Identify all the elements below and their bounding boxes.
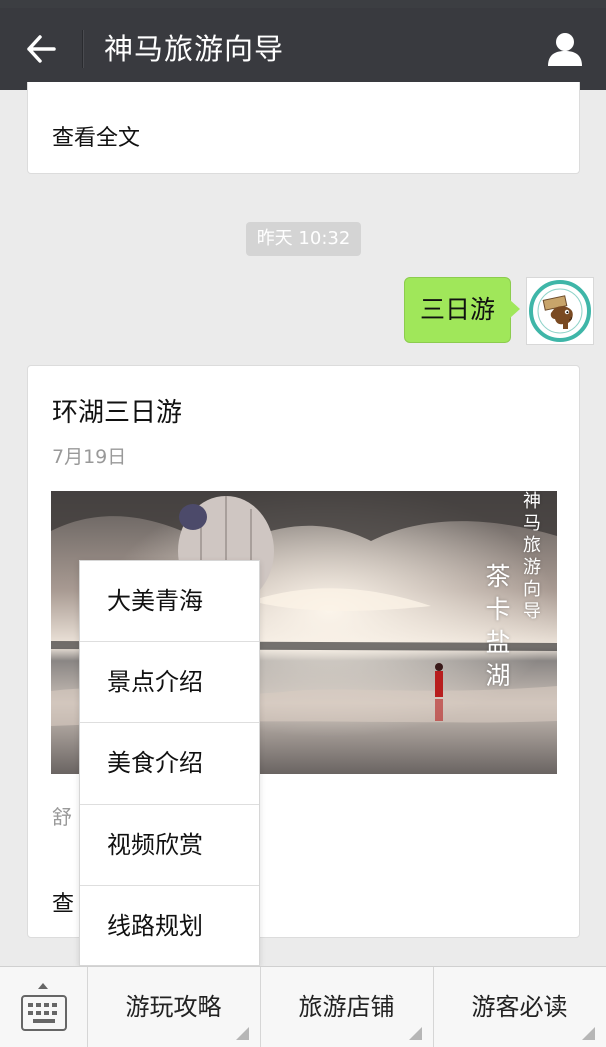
status-bar: [0, 0, 606, 8]
title-bar: 神马旅游向导: [0, 8, 606, 90]
menu-travel-guide[interactable]: 游玩攻略: [87, 967, 259, 1047]
menu-travel-shop[interactable]: 旅游店铺: [260, 967, 432, 1047]
submenu-corner-icon: [236, 1027, 249, 1040]
keyboard-icon: [20, 994, 67, 1031]
submenu-item-qinghai[interactable]: 大美青海: [80, 561, 259, 643]
cover-location-text: 茶卡盐湖: [482, 563, 511, 695]
article-summary: 舒: [52, 805, 72, 829]
menu-label: 游客必读: [471, 993, 568, 1021]
title-divider: [82, 30, 83, 68]
page-title: 神马旅游向导: [104, 32, 285, 66]
submenu-item-attractions[interactable]: 景点介绍: [80, 642, 259, 724]
previous-article-card[interactable]: 查看全文: [27, 82, 580, 174]
submenu-item-food[interactable]: 美食介绍: [80, 723, 259, 805]
submenu-corner-icon: [582, 1027, 595, 1040]
submenu-corner-icon: [409, 1027, 422, 1040]
horse-logo-icon: [529, 280, 591, 342]
read-full-link[interactable]: 查看全文: [52, 120, 140, 152]
arrow-left-icon: [27, 35, 56, 63]
message-timestamp: 昨天 10:32: [246, 222, 361, 256]
cover-brand-text: 神马旅游向导: [520, 491, 541, 623]
menu-visitor-must-read[interactable]: 游客必读: [433, 967, 605, 1047]
bubble-tail: [510, 300, 520, 318]
submenu-item-videos[interactable]: 视频欣赏: [80, 805, 259, 886]
avatar[interactable]: [526, 277, 594, 345]
user-message-bubble[interactable]: 三日游: [404, 277, 511, 343]
article-title: 环湖三日游: [52, 398, 183, 428]
menu-label: 旅游店铺: [298, 993, 395, 1021]
caret-up-icon: [38, 983, 48, 989]
article-date: 7月19日: [52, 446, 127, 468]
keyboard-toggle-button[interactable]: [0, 967, 87, 1047]
person-icon: [548, 33, 582, 66]
back-button[interactable]: [18, 28, 64, 70]
profile-button[interactable]: [544, 28, 586, 70]
menu-label: 游玩攻略: [125, 993, 222, 1021]
submenu-item-routes[interactable]: 线路规划: [80, 886, 259, 967]
article-read-full-link[interactable]: 查: [52, 886, 74, 918]
submenu-popup: 大美青海 景点介绍 美食介绍 视频欣赏 线路规划: [79, 560, 260, 966]
bottom-menu-bar: 游玩攻略 旅游店铺 游客必读: [0, 966, 606, 1047]
